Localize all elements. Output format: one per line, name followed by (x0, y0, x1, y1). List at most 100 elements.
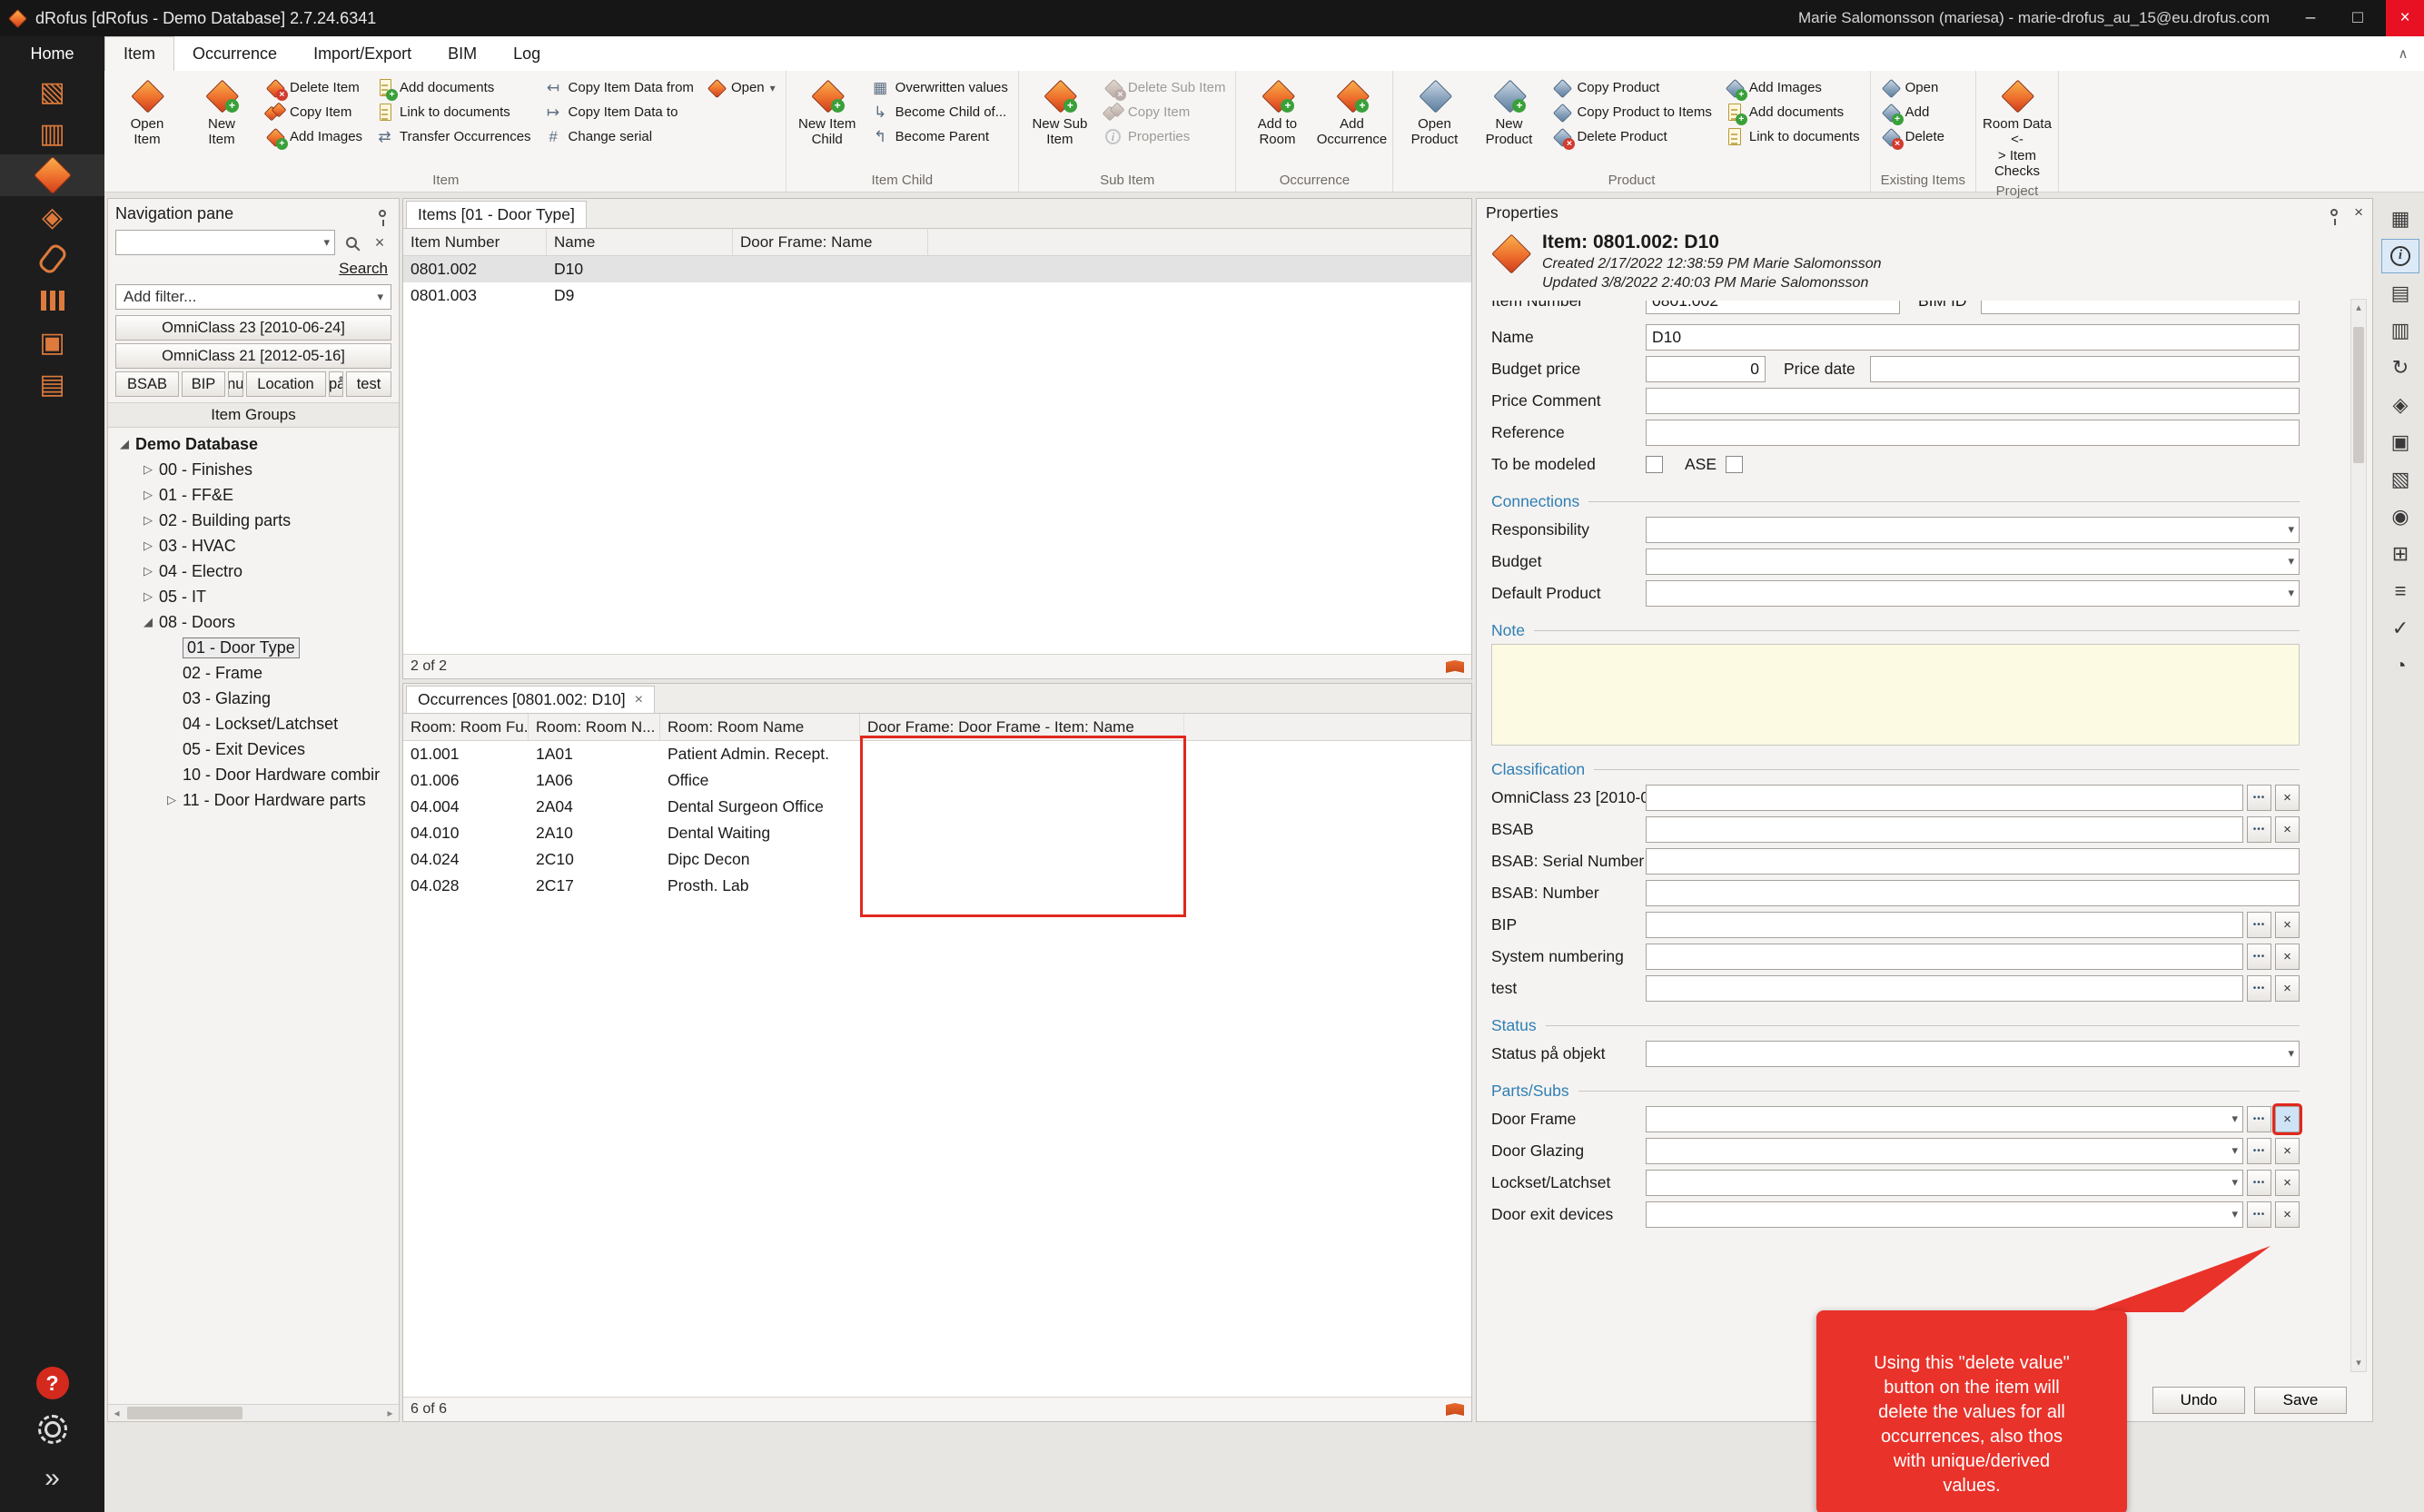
lookup-button[interactable]: ••• (2247, 975, 2271, 1002)
clear-search-icon[interactable]: × (368, 231, 391, 254)
tree-expander-icon[interactable]: ▷ (137, 539, 159, 553)
reference-field[interactable] (1646, 420, 2300, 446)
tree-item[interactable]: ▷ 11 - Door Hardware parts (108, 787, 399, 813)
home-tab[interactable]: Home (0, 36, 104, 71)
checklist-icon[interactable]: ✓ (2381, 611, 2419, 646)
table-row[interactable]: 04.004 2A04 Dental Surgeon Office (403, 794, 1471, 820)
search-link[interactable]: Search (108, 257, 399, 282)
import-export-tab[interactable]: Import/Export (295, 36, 430, 71)
filter-test[interactable]: test (346, 371, 391, 397)
tree-item[interactable]: 10 - Door Hardware combir (108, 762, 399, 787)
filter-system-numbering[interactable]: System numbering (228, 371, 243, 397)
components-icon[interactable]: ▣ (2381, 425, 2419, 460)
scrollbar-thumb[interactable] (127, 1407, 242, 1419)
price-date-field[interactable] (1870, 356, 2300, 382)
copy-product-button[interactable]: Copy Product (1547, 75, 1717, 100)
scroll-down-icon[interactable]: ▾ (2356, 1355, 2361, 1371)
change-serial-button[interactable]: #Change serial (539, 124, 699, 149)
settings-gear-icon[interactable] (0, 1410, 104, 1448)
tree-item[interactable]: ▷ 00 - Finishes (108, 457, 399, 482)
documents-icon[interactable]: ▥ (2381, 313, 2419, 348)
lookup-button[interactable]: ••• (2247, 1138, 2271, 1164)
delete-sub-item-button[interactable]: ×Delete Sub Item (1098, 75, 1232, 100)
tree-item[interactable]: ▷ 01 - FF&E (108, 482, 399, 508)
collapse-ribbon-icon[interactable]: ∧ (2382, 36, 2424, 71)
history-clock-icon[interactable]: ◔ (2381, 648, 2419, 683)
copy-item-data-from-button[interactable]: ↤Copy Item Data from (539, 75, 699, 100)
status-dropdown[interactable]: ▾ (1646, 1041, 2300, 1067)
copy-item-data-to-button[interactable]: ↦Copy Item Data to (539, 100, 699, 124)
tree-item[interactable]: 02 - Frame (108, 660, 399, 686)
forms-icon[interactable]: ▤ (2381, 276, 2419, 311)
item-tab[interactable]: Item (104, 36, 174, 71)
close-tab-icon[interactable]: × (635, 692, 643, 708)
filter-bip[interactable]: BIP (182, 371, 225, 397)
filter-location[interactable]: Location (246, 371, 326, 397)
clear-value-button[interactable]: × (2275, 975, 2300, 1002)
minimize-button[interactable]: – (2291, 0, 2330, 36)
tree-expander-icon[interactable]: ▷ (137, 589, 159, 604)
images-icon[interactable]: ▧ (2381, 462, 2419, 497)
bim-tab[interactable]: BIM (430, 36, 495, 71)
delete-value-button[interactable]: × (2275, 1170, 2300, 1196)
delete-product-button[interactable]: ×Delete Product (1547, 124, 1717, 149)
rooms-module-icon[interactable]: ▥ (0, 113, 104, 154)
part-dropdown[interactable]: ▾ (1646, 1106, 2243, 1132)
classification-field[interactable] (1646, 912, 2243, 938)
scroll-up-icon[interactable]: ▴ (2356, 300, 2361, 316)
table-row[interactable]: 04.028 2C17 Prosth. Lab (403, 873, 1471, 899)
connection-dropdown[interactable]: ▾ (1646, 517, 2300, 543)
to-be-modeled-checkbox[interactable] (1646, 456, 1663, 473)
products-module-icon[interactable]: ◈ (0, 196, 104, 238)
connection-dropdown[interactable]: ▾ (1646, 580, 2300, 607)
room-data-item-checks-button[interactable]: Room Data <- > Item Checks (1981, 73, 2053, 181)
tree-item[interactable]: ▷ 02 - Building parts (108, 508, 399, 533)
new-item-button[interactable]: + New Item (185, 73, 258, 162)
column-header[interactable]: Name (547, 229, 733, 255)
open-product-button[interactable]: Open Product (1398, 73, 1470, 162)
close-panel-icon[interactable]: × (2354, 203, 2363, 222)
parts-icon[interactable]: ⊞ (2381, 537, 2419, 571)
column-header[interactable]: Door Frame: Name (733, 229, 928, 255)
column-header[interactable]: Door Frame: Door Frame - Item: Name (860, 714, 1184, 740)
maximize-button[interactable]: □ (2339, 0, 2377, 36)
scroll-left-icon[interactable]: ◂ (108, 1407, 125, 1419)
tree-item[interactable]: ◢ Demo Database (108, 431, 399, 457)
filter-omniclass-23[interactable]: OmniClass 23 [2010-06-24] (115, 315, 391, 341)
close-window-button[interactable]: × (2386, 0, 2424, 36)
copy-sub-item-button[interactable]: Copy Item (1098, 100, 1232, 124)
occurrence-tab[interactable]: Occurrence (174, 36, 295, 71)
table-row[interactable]: 0801.002 D10 (403, 256, 1471, 282)
copy-product-to-items-button[interactable]: Copy Product to Items (1547, 100, 1717, 124)
item-number-field[interactable]: 0801.002 (1646, 301, 1900, 314)
info-icon[interactable]: i (2381, 239, 2419, 273)
ase-checkbox[interactable] (1726, 456, 1743, 473)
lookup-button[interactable]: ••• (2247, 1170, 2271, 1196)
new-product-button[interactable]: + New Product (1472, 73, 1545, 162)
tree-expander-icon[interactable]: ◢ (137, 615, 159, 629)
budget-price-field[interactable]: 0 (1646, 356, 1766, 382)
filter-status-pa-objekt[interactable]: Status på objekt (329, 371, 344, 397)
search-icon[interactable] (340, 231, 363, 254)
product-add-documents-button[interactable]: +Add documents (1719, 100, 1865, 124)
filter-bsab[interactable]: BSAB (115, 371, 179, 397)
chevron-down-icon[interactable]: ▾ (323, 235, 330, 250)
systems-icon[interactable]: ≡ (2381, 574, 2419, 608)
layout-grid-icon[interactable]: ▦ (2381, 202, 2419, 236)
part-dropdown[interactable]: ▾ (1646, 1170, 2243, 1196)
part-dropdown[interactable]: ▾ (1646, 1138, 2243, 1164)
table-row[interactable]: 0801.003 D9 (403, 282, 1471, 309)
clear-value-button[interactable]: × (2275, 944, 2300, 970)
open-dropdown-button[interactable]: Open▾ (701, 75, 781, 100)
help-icon[interactable]: ? (0, 1367, 104, 1399)
connection-dropdown[interactable]: ▾ (1646, 548, 2300, 575)
table-row[interactable]: 04.024 2C10 Dipc Decon (403, 846, 1471, 873)
existing-add-button[interactable]: +Add (1875, 100, 1950, 124)
log-tab[interactable]: Log (495, 36, 559, 71)
pin-icon[interactable] (2330, 209, 2338, 216)
camera-icon[interactable]: ◉ (2381, 499, 2419, 534)
tree-expander-icon[interactable]: ▷ (161, 793, 183, 807)
expand-sidebar-icon[interactable]: » (0, 1459, 104, 1497)
packages-module-icon[interactable]: ▣ (0, 321, 104, 363)
tree-item-door-type[interactable]: 01 - Door Type (108, 635, 399, 660)
